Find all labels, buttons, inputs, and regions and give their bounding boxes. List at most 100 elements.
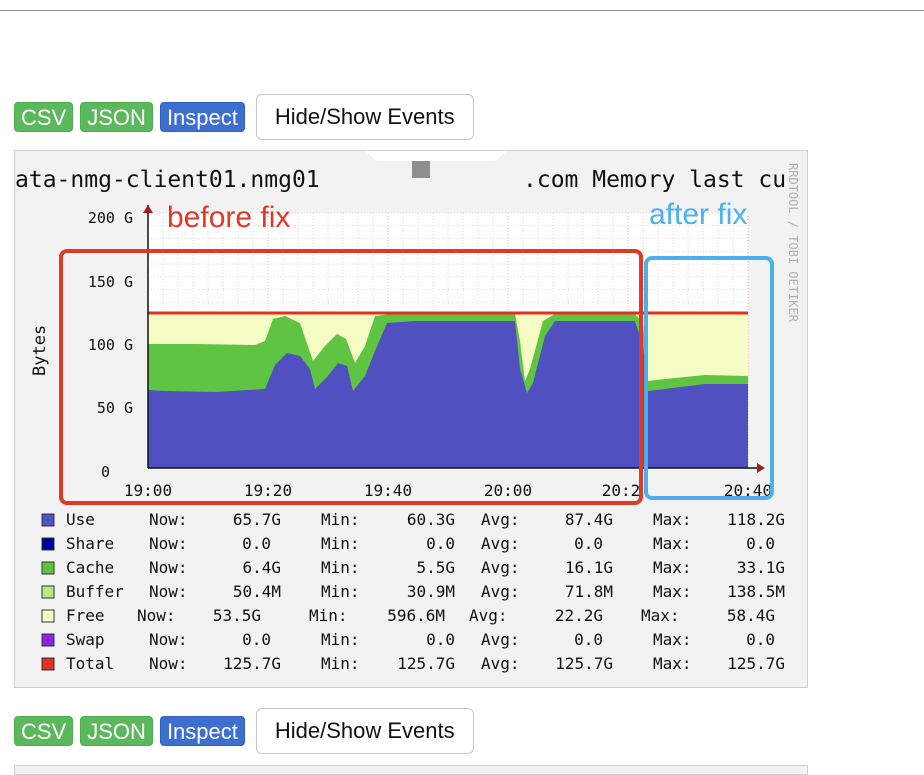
legend-row-swap: Swap Now: 0.0 Min: 0.0 Avg: 0.0 Max: 0.0 <box>41 630 775 649</box>
legend-min-value: 30.9M <box>407 582 455 601</box>
before-fix-annotation: before fix <box>167 201 290 234</box>
legend-now-value: 53.5G <box>213 606 261 625</box>
after-fix-annotation: after fix <box>649 198 747 231</box>
legend-swatch <box>41 609 55 623</box>
csv-button[interactable]: CSV <box>14 102 74 132</box>
y-tick-label: 200 G <box>88 209 133 227</box>
legend-avg-label: Avg: <box>481 654 520 673</box>
legend-min-label: Min: <box>321 510 360 529</box>
hide-show-events-button[interactable]: Hide/Show Events <box>255 708 474 754</box>
legend-name: Cache <box>66 558 114 577</box>
legend-name: Use <box>66 510 95 529</box>
legend-max-value: 33.1G <box>737 558 785 577</box>
graph-title-right: .com Memory last cu <box>523 167 786 193</box>
graph-legend: Use Now: 65.7G Min: 60.3G Avg: 87.4G Max… <box>41 510 785 673</box>
rrdtool-watermark: RRDTOOL / TOBI OETIKER <box>786 163 800 323</box>
legend-min-value: 5.5G <box>416 558 455 577</box>
legend-avg-label: Avg: <box>481 510 520 529</box>
json-button[interactable]: JSON <box>80 716 153 746</box>
legend-swatch <box>41 537 55 551</box>
legend-now-label: Now: <box>149 630 188 649</box>
legend-row-free: Free Now: 53.5G Min: 596.6M Avg: 22.2G M… <box>41 606 775 625</box>
legend-swatch <box>41 657 55 671</box>
legend-avg-label: Avg: <box>469 606 508 625</box>
legend-avg-value: 22.2G <box>555 606 603 625</box>
graph-notch <box>365 151 507 161</box>
legend-now-value: 50.4M <box>233 582 281 601</box>
top-divider <box>0 10 924 11</box>
legend-min-value: 596.6M <box>387 606 445 625</box>
legend-avg-label: Avg: <box>481 558 520 577</box>
legend-min-label: Min: <box>321 558 360 577</box>
legend-swatch <box>41 585 55 599</box>
legend-max-label: Max: <box>653 582 692 601</box>
legend-now-label: Now: <box>149 654 188 673</box>
legend-min-label: Min: <box>321 582 360 601</box>
legend-min-value: 0.0 <box>426 630 455 649</box>
legend-max-label: Max: <box>653 558 692 577</box>
legend-min-value: 60.3G <box>407 510 455 529</box>
legend-row-use: Use Now: 65.7G Min: 60.3G Avg: 87.4G Max… <box>41 510 785 529</box>
memory-graph-panel: ata-nmg-client01.nmg01 .com Memory last … <box>14 150 808 688</box>
csv-button[interactable]: CSV <box>14 716 74 746</box>
legend-avg-label: Avg: <box>481 534 520 553</box>
legend-swatch <box>41 633 55 647</box>
inspect-button[interactable]: Inspect <box>159 716 245 746</box>
legend-max-value: 58.4G <box>727 606 775 625</box>
legend-min-label: Min: <box>321 654 360 673</box>
y-tick-label: 0 <box>101 463 110 481</box>
legend-max-label: Max: <box>641 606 680 625</box>
x-tick-label: 19:20 <box>244 481 292 500</box>
legend-now-label: Now: <box>137 606 176 625</box>
legend-max-label: Max: <box>653 654 692 673</box>
legend-max-value: 138.5M <box>727 582 785 601</box>
x-tick-label: 20:00 <box>484 481 532 500</box>
legend-max-value: 118.2G <box>727 510 785 529</box>
legend-min-value: 0.0 <box>426 534 455 553</box>
legend-max-value: 0.0 <box>746 630 775 649</box>
y-tick-label: 50 G <box>97 399 133 417</box>
legend-avg-value: 0.0 <box>574 630 603 649</box>
legend-swatch <box>41 561 55 575</box>
graph-toolbar-2: CSV JSON Inspect Hide/Show Events <box>14 708 474 754</box>
legend-name: Free <box>66 606 105 625</box>
legend-avg-value: 71.8M <box>565 582 613 601</box>
legend-now-label: Now: <box>149 534 188 553</box>
legend-now-label: Now: <box>149 558 188 577</box>
graph-handle-icon[interactable] <box>412 161 430 178</box>
legend-avg-value: 87.4G <box>565 510 613 529</box>
y-tick-label: 100 G <box>88 336 133 354</box>
legend-max-value: 0.0 <box>746 534 775 553</box>
hide-show-events-button[interactable]: Hide/Show Events <box>255 94 474 140</box>
legend-now-label: Now: <box>149 582 188 601</box>
y-tick-label: 150 G <box>88 273 133 291</box>
legend-swatch <box>41 513 55 527</box>
legend-now-label: Now: <box>149 510 188 529</box>
legend-name: Share <box>66 534 114 553</box>
x-tick-label: 19:00 <box>124 481 172 500</box>
legend-row-buffer: Buffer Now: 50.4M Min: 30.9M Avg: 71.8M … <box>41 582 785 601</box>
legend-row-cache: Cache Now: 6.4G Min: 5.5G Avg: 16.1G Max… <box>41 558 785 577</box>
graph-title-left: ata-nmg-client01.nmg01 <box>15 167 320 193</box>
legend-now-value: 65.7G <box>233 510 281 529</box>
legend-avg-value: 16.1G <box>565 558 613 577</box>
legend-max-label: Max: <box>653 630 692 649</box>
legend-now-value: 6.4G <box>242 558 281 577</box>
legend-row-share: Share Now: 0.0 Min: 0.0 Avg: 0.0 Max: 0.… <box>41 534 775 553</box>
graph-toolbar: CSV JSON Inspect Hide/Show Events <box>14 94 474 140</box>
legend-now-value: 0.0 <box>242 630 271 649</box>
legend-min-label: Min: <box>321 534 360 553</box>
y-axis-label: Bytes <box>30 325 50 376</box>
y-axis-arrow <box>143 205 153 213</box>
x-tick-label: 20:2 <box>602 481 641 500</box>
inspect-button[interactable]: Inspect <box>159 102 245 132</box>
next-graph-panel <box>14 765 808 775</box>
legend-now-value: 0.0 <box>242 534 271 553</box>
legend-name: Swap <box>66 630 105 649</box>
legend-min-label: Min: <box>309 606 348 625</box>
legend-max-value: 125.7G <box>727 654 785 673</box>
legend-avg-label: Avg: <box>481 630 520 649</box>
json-button[interactable]: JSON <box>80 102 153 132</box>
legend-name: Total <box>66 654 114 673</box>
legend-avg-value: 0.0 <box>574 534 603 553</box>
